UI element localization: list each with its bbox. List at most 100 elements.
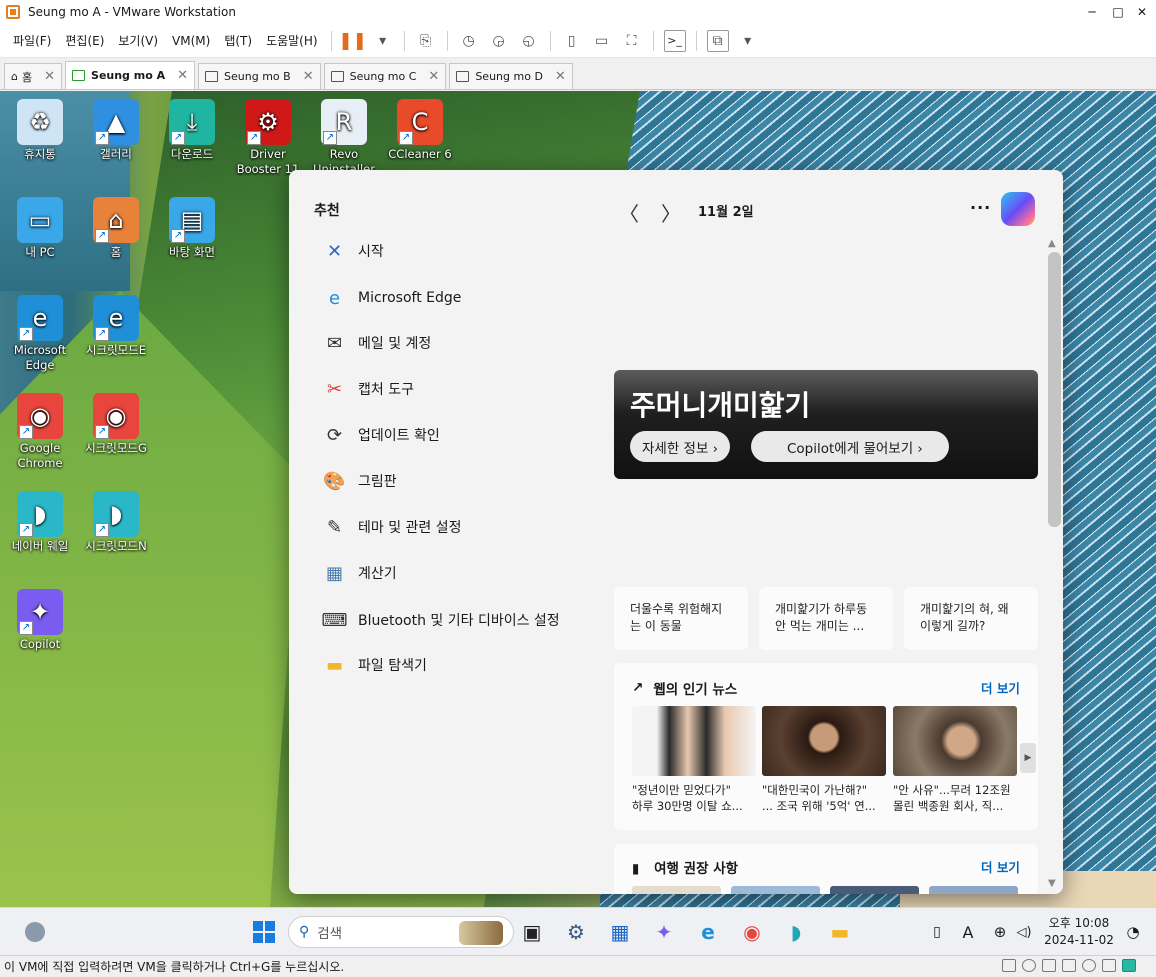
news-more-link[interactable]: 더 보기 (981, 678, 1020, 697)
volume-icon[interactable]: ◁) (1009, 917, 1039, 947)
menu-view[interactable]: 보기(V) (111, 32, 165, 49)
menu-help[interactable]: 도움말(H) (259, 32, 325, 49)
more-options-button[interactable]: ··· (970, 198, 991, 217)
store-icon[interactable]: ▦ (605, 917, 635, 947)
taskbar-search[interactable]: ⚲ 검색 (288, 916, 514, 948)
recommended-item[interactable]: ▦ 계산기 (322, 558, 397, 588)
recommended-item[interactable]: ✎ 테마 및 관련 설정 (322, 512, 462, 542)
close-icon[interactable]: ✕ (44, 69, 55, 84)
topic-card[interactable]: 개미핥기가 하루동안 먹는 개미는 ... (759, 587, 893, 650)
full-screen-icon[interactable]: ⛶ (621, 30, 643, 52)
travel-more-link[interactable]: 더 보기 (981, 857, 1020, 876)
close-button[interactable]: ✕ (1130, 0, 1154, 24)
news-item[interactable]: "정년이만 믿었다가" 하루 30만명 이탈 쇼... (632, 706, 756, 814)
previous-day-button[interactable]: 〈 (619, 198, 639, 227)
desktop-icon[interactable]: ◉ ↗ Google Chrome (2, 393, 78, 471)
desktop-icon[interactable]: ▭ 내 PC (2, 197, 78, 260)
copilot-icon[interactable] (1001, 192, 1035, 226)
tab-seung-mo-b[interactable]: Seung mo B ✕ (198, 63, 321, 89)
tab-seung-mo-d[interactable]: Seung mo D ✕ (449, 63, 573, 89)
start-button[interactable] (249, 917, 279, 947)
desktop-icon[interactable]: e ↗ Microsoft Edge (2, 295, 78, 373)
file-explorer-icon[interactable]: ▬ (825, 917, 855, 947)
recommended-item[interactable]: ✉ 메일 및 계정 (322, 328, 431, 358)
travel-thumbnail[interactable] (830, 886, 919, 894)
pause-icon[interactable]: ❚❚ (338, 30, 367, 52)
usb-icon[interactable] (1062, 959, 1076, 972)
snapshot-icon[interactable]: ◷ (458, 30, 480, 52)
message-log-icon[interactable] (1122, 959, 1136, 972)
close-icon[interactable]: ✕ (303, 69, 314, 84)
desktop-icon[interactable]: C ↗ CCleaner 6 (382, 99, 458, 162)
desktop-icon[interactable]: ⤓ ↗ 다운로드 (154, 99, 230, 162)
widgets-icon[interactable] (20, 917, 50, 947)
settings-icon[interactable]: ⚙ (561, 917, 591, 947)
recommended-item[interactable]: 🎨 그림판 (322, 466, 396, 496)
ask-copilot-button[interactable]: Copilot에게 물어보기 › (751, 431, 949, 462)
stretch-guest-icon[interactable]: ⧉ (706, 29, 729, 52)
battery-icon[interactable]: ▯ (922, 917, 952, 947)
chrome-icon[interactable]: ◉ (737, 917, 767, 947)
desktop-icon[interactable]: ✦ ↗ Copilot (2, 589, 78, 652)
menu-vm[interactable]: VM(M) (165, 34, 217, 48)
scroll-down-icon[interactable]: ▼ (1048, 878, 1056, 889)
topic-card[interactable]: 개미핥기의 혀, 왜 이렇게 길까? (904, 587, 1038, 650)
copilot-icon[interactable]: ✦ (649, 917, 679, 947)
tab-seung-mo-c[interactable]: Seung mo C ✕ (323, 63, 447, 89)
desktop-icon[interactable]: e ↗ 시크릿모드E (78, 295, 154, 358)
travel-thumbnail[interactable] (731, 886, 820, 894)
revert-snapshot-icon[interactable]: ◶ (488, 30, 510, 52)
desktop-icon[interactable]: ♻ 휴지통 (2, 99, 78, 162)
desktop-icon[interactable]: ◗ ↗ 시크릿모드N (78, 491, 154, 554)
scrollbar-thumb[interactable] (1048, 252, 1061, 527)
recommended-item[interactable]: ✂ 캡처 도구 (322, 374, 414, 404)
console-view-icon[interactable]: >_ (663, 29, 686, 52)
task-view-icon[interactable]: ▣ (517, 917, 547, 947)
close-icon[interactable]: ✕ (555, 69, 566, 84)
sound-card-icon[interactable] (1082, 959, 1096, 972)
show-library-icon[interactable]: ▯ (561, 30, 583, 52)
desktop-icon[interactable]: ⌂ ↗ 홈 (78, 197, 154, 260)
menu-tabs[interactable]: 탭(T) (217, 32, 259, 49)
thumbnail-bar-icon[interactable]: ▭ (591, 30, 613, 52)
details-button[interactable]: 자세한 정보 › (630, 431, 731, 462)
send-ctrl-alt-del-icon[interactable]: ⎘ (415, 30, 437, 52)
tab-seung-mo-a[interactable]: Seung mo A ✕ (65, 61, 196, 89)
display-icon[interactable] (1102, 959, 1116, 972)
travel-thumbnail[interactable] (632, 886, 721, 894)
desktop-icon[interactable]: ▤ ↗ 바탕 화면 (154, 197, 230, 260)
desktop-icon[interactable]: ⚙ ↗ Driver Booster 11 (230, 99, 306, 177)
chevron-down-icon[interactable]: ▾ (372, 30, 394, 52)
recommended-item[interactable]: ⌨ Bluetooth 및 기타 디바이스 설정 (322, 605, 560, 635)
recommended-item[interactable]: ⟳ 업데이트 확인 (322, 420, 440, 450)
news-next-icon[interactable]: ▶ (1020, 743, 1036, 773)
menu-edit[interactable]: 편집(E) (58, 32, 111, 49)
scroll-up-icon[interactable]: ▲ (1048, 238, 1056, 249)
topic-card[interactable]: 더울수록 위험해지는 이 동물 (614, 587, 748, 650)
travel-thumbnail[interactable] (929, 886, 1018, 894)
menu-file[interactable]: 파일(F) (6, 32, 58, 49)
desktop-icon[interactable]: ◉ ↗ 시크릿모드G (78, 393, 154, 456)
clock[interactable]: 오후 10:08 2024-11-02 (1040, 915, 1118, 949)
snapshot-manager-icon[interactable]: ◵ (518, 30, 540, 52)
minimize-button[interactable]: ─ (1080, 0, 1104, 24)
recommended-item[interactable]: ▬ 파일 탐색기 (322, 650, 427, 680)
maximize-button[interactable]: □ (1106, 0, 1130, 24)
edge-icon[interactable]: e (693, 917, 723, 947)
naver-whale-icon[interactable]: ◗ (781, 917, 811, 947)
news-item[interactable]: "대한민국이 가난해?"... 조국 위해 '5억' 연... (762, 706, 886, 814)
hard-disk-icon[interactable] (1002, 959, 1016, 972)
network-adapter-icon[interactable] (1042, 959, 1056, 972)
news-item[interactable]: "안 사유"...무려 12조원 몰린 백종원 회사, 직... (893, 706, 1017, 814)
close-icon[interactable]: ✕ (428, 69, 439, 84)
next-day-button[interactable]: 〉 (661, 198, 681, 227)
desktop-icon[interactable]: ▲ ↗ 갤러리 (78, 99, 154, 162)
notification-bell-icon[interactable]: ◔ (1118, 917, 1148, 947)
tab-home[interactable]: ⌂ 홈 ✕ (4, 63, 63, 89)
close-icon[interactable]: ✕ (177, 68, 188, 83)
desktop-icon[interactable]: R ↗ Revo Uninstaller (306, 99, 382, 177)
recommended-item[interactable]: ✕ 시작 (322, 236, 384, 266)
recommended-item[interactable]: e Microsoft Edge (322, 283, 461, 313)
chevron-down-icon[interactable]: ▾ (737, 30, 759, 52)
ime-indicator[interactable]: A (953, 917, 983, 947)
